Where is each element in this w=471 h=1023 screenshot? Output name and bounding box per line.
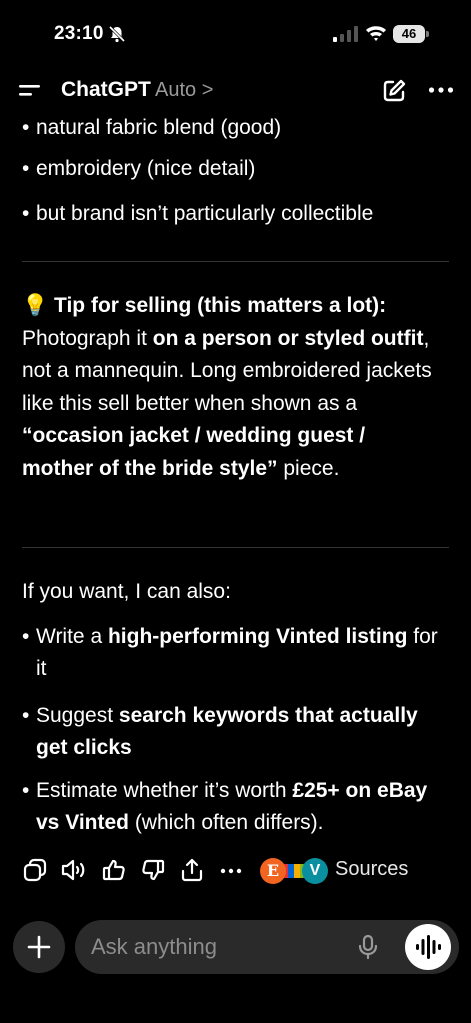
app-title[interactable]: ChatGPT (61, 78, 151, 102)
menu-icon[interactable] (18, 80, 42, 100)
list-item: • Suggest search keywords that actually g… (22, 704, 418, 759)
message-actions: E V Sources (0, 855, 471, 887)
vinted-icon: V (302, 858, 328, 884)
status-time: 23:10 (54, 23, 104, 44)
battery-tip (426, 31, 429, 37)
cellular-signal-icon (333, 26, 358, 42)
offer-intro: If you want, I can also: (22, 580, 231, 603)
thumbs-down-icon[interactable] (140, 857, 166, 883)
divider (22, 261, 449, 262)
microphone-icon[interactable] (357, 934, 379, 960)
tip-heading: Tip for selling (this matters a lot): (54, 294, 387, 317)
list-item: • natural fabric blend (good) (22, 116, 282, 139)
more-icon[interactable] (428, 86, 454, 94)
waveform-icon (416, 935, 441, 959)
etsy-icon: E (260, 858, 286, 884)
sources-button[interactable]: Sources (335, 858, 408, 881)
status-bar: 23:10 46 (0, 0, 471, 66)
battery-level: 46 (393, 25, 425, 43)
wifi-icon (366, 26, 386, 41)
divider (22, 547, 449, 548)
model-selector[interactable]: Auto > (155, 79, 213, 102)
bell-muted-icon (108, 25, 126, 43)
copy-icon[interactable] (22, 857, 48, 883)
list-item: • Estimate whether it’s worth £25+ on eBa… (22, 779, 428, 834)
lightbulb-icon: 💡 (22, 294, 49, 317)
list-item-text: natural fabric blend (good) (36, 116, 282, 139)
list-item-text: embroidery (nice detail) (36, 157, 256, 180)
more-actions-icon[interactable] (218, 857, 244, 883)
read-aloud-icon[interactable] (60, 857, 86, 883)
message-input[interactable] (91, 920, 341, 974)
list-item-text: but brand isn’t particularly collectible (36, 202, 374, 225)
list-item: • embroidery (nice detail) (22, 157, 256, 180)
list-item: • Write a high-performing Vinted listing … (22, 625, 438, 680)
voice-mode-button[interactable] (405, 924, 451, 970)
list-item: • but brand isn’t particularly collectibl… (22, 202, 374, 225)
composer (75, 920, 459, 974)
source-favicons[interactable]: E V (260, 858, 328, 884)
new-chat-icon[interactable] (381, 78, 407, 104)
thumbs-up-icon[interactable] (101, 857, 127, 883)
share-icon[interactable] (179, 857, 205, 883)
plus-icon (27, 935, 51, 959)
selling-tip: 💡 Tip for selling (this matters a lot): … (22, 294, 432, 480)
battery-indicator: 46 (393, 25, 429, 43)
add-attachment-button[interactable] (13, 921, 65, 973)
chat-header: ChatGPT Auto > (0, 68, 471, 114)
